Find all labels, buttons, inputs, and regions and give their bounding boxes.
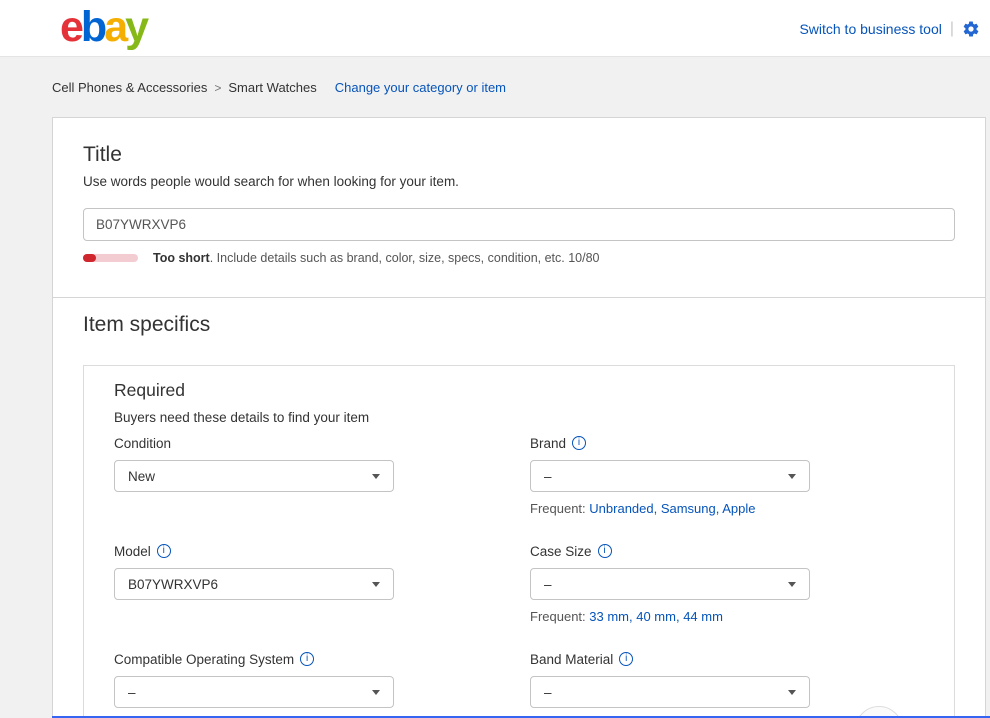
field-model: Model i B07YWRXVP6 <box>114 542 394 600</box>
title-section-heading: Title <box>83 143 122 167</box>
field-case-size: Case Size i – Frequent: 33 mm, 40 mm, 44… <box>530 542 810 624</box>
condition-value: New <box>128 469 155 484</box>
header-divider: | <box>950 20 954 38</box>
case-size-dropdown[interactable]: – <box>530 568 810 600</box>
breadcrumb-category: Cell Phones & Accessories <box>52 80 207 95</box>
item-specifics-heading: Item specifics <box>83 313 210 337</box>
field-brand: Brand i – Frequent: Unbranded, Samsung, … <box>530 434 810 516</box>
compatible-os-label-text: Compatible Operating System <box>114 652 294 667</box>
model-value: B07YWRXVP6 <box>128 577 218 592</box>
info-icon[interactable]: i <box>572 436 586 450</box>
logo-letter-b: b <box>81 4 104 50</box>
chevron-down-icon <box>788 474 796 479</box>
model-label: Model i <box>114 542 394 560</box>
logo-letter-a: a <box>104 4 125 50</box>
band-material-dropdown[interactable]: – <box>530 676 810 708</box>
title-length-meter-fill <box>83 254 96 262</box>
title-input[interactable] <box>83 208 955 241</box>
listing-page: ebay Switch to business tool | Cell Phon… <box>0 0 990 718</box>
gear-icon[interactable] <box>962 20 980 38</box>
chevron-down-icon <box>788 582 796 587</box>
title-error-rest: . Include details such as brand, color, … <box>210 251 600 265</box>
listing-form-card: Title Use words people would search for … <box>52 117 986 718</box>
title-error-row: Too short. Include details such as brand… <box>83 251 600 265</box>
case-size-value: – <box>544 577 552 592</box>
field-band-material: Band Material i – <box>530 650 810 708</box>
brand-label: Brand i <box>530 434 810 452</box>
breadcrumb-separator: > <box>214 81 221 95</box>
model-dropdown[interactable]: B07YWRXVP6 <box>114 568 394 600</box>
info-icon[interactable]: i <box>300 652 314 666</box>
switch-to-business-tool-link[interactable]: Switch to business tool <box>799 21 941 37</box>
logo-letter-e: e <box>60 4 81 50</box>
title-section-subheading: Use words people would search for when l… <box>83 174 459 189</box>
frequent-label: Frequent: <box>530 609 586 624</box>
chevron-down-icon <box>372 582 380 587</box>
breadcrumb-subcategory: Smart Watches <box>228 80 316 95</box>
compatible-os-label: Compatible Operating System i <box>114 650 394 668</box>
title-error-bold: Too short <box>153 251 210 265</box>
frequent-label: Frequent: <box>530 501 586 516</box>
header-right-group: Switch to business tool | <box>799 0 980 57</box>
logo-letter-y: y <box>125 4 146 50</box>
case-size-frequent-links[interactable]: 33 mm, 40 mm, 44 mm <box>589 609 723 624</box>
brand-dropdown[interactable]: – <box>530 460 810 492</box>
required-specifics-box: Required Buyers need these details to fi… <box>83 365 955 718</box>
info-icon[interactable]: i <box>598 544 612 558</box>
ebay-logo[interactable]: ebay <box>60 4 146 50</box>
case-size-label-text: Case Size <box>530 544 592 559</box>
brand-value: – <box>544 469 552 484</box>
band-material-value: – <box>544 685 552 700</box>
field-condition: Condition New <box>114 434 394 492</box>
brand-frequent-links[interactable]: Unbranded, Samsung, Apple <box>589 501 755 516</box>
condition-label: Condition <box>114 434 394 452</box>
band-material-label: Band Material i <box>530 650 810 668</box>
model-label-text: Model <box>114 544 151 559</box>
field-compatible-os: Compatible Operating System i – <box>114 650 394 708</box>
title-error-message: Too short. Include details such as brand… <box>153 251 600 265</box>
top-header: ebay Switch to business tool | <box>0 0 990 57</box>
condition-label-text: Condition <box>114 436 171 451</box>
case-size-frequent-row: Frequent: 33 mm, 40 mm, 44 mm <box>530 609 810 624</box>
required-subheading: Buyers need these details to find your i… <box>114 410 369 425</box>
chevron-down-icon <box>788 690 796 695</box>
chevron-down-icon <box>372 690 380 695</box>
info-icon[interactable]: i <box>619 652 633 666</box>
brand-frequent-row: Frequent: Unbranded, Samsung, Apple <box>530 501 810 516</box>
chevron-down-icon <box>372 474 380 479</box>
band-material-label-text: Band Material <box>530 652 613 667</box>
title-length-meter <box>83 254 138 262</box>
info-icon[interactable]: i <box>157 544 171 558</box>
section-divider <box>53 297 985 298</box>
change-category-link[interactable]: Change your category or item <box>335 80 506 95</box>
compatible-os-dropdown[interactable]: – <box>114 676 394 708</box>
brand-label-text: Brand <box>530 436 566 451</box>
breadcrumb: Cell Phones & Accessories > Smart Watche… <box>52 80 506 95</box>
case-size-label: Case Size i <box>530 542 810 560</box>
compatible-os-value: – <box>128 685 136 700</box>
required-heading: Required <box>114 380 185 401</box>
condition-dropdown[interactable]: New <box>114 460 394 492</box>
